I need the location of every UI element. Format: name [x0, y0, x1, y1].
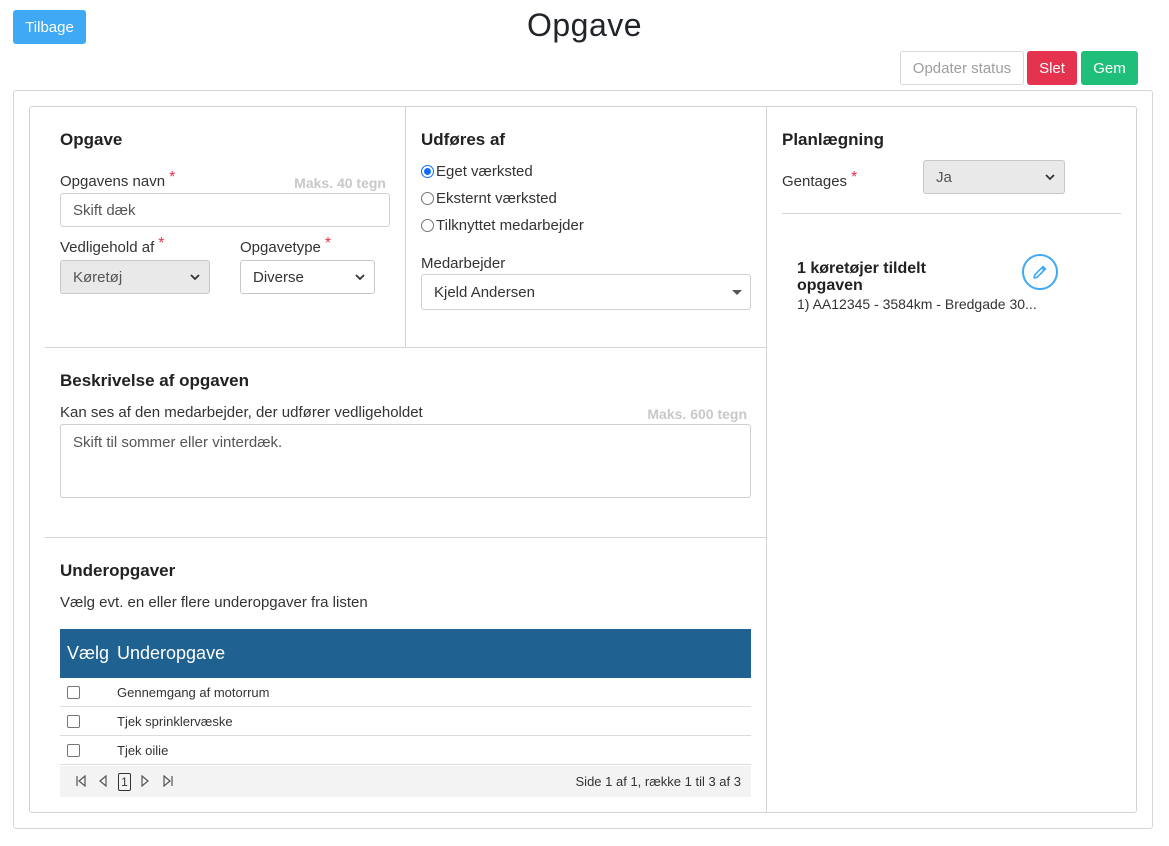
maintenance-label: Vedligehold af * [60, 235, 165, 256]
divider-horizontal-1 [45, 347, 766, 348]
vehicles-title: 1 køretøjer tildelt opgaven [797, 260, 926, 294]
subtasks-heading: Underopgaver [60, 561, 176, 580]
table-row: Gennemgang af motorrum [60, 678, 751, 707]
vehicles-line: 1) AA12345 - 3584km - Bredgade 30... [797, 296, 1037, 312]
radio-button[interactable] [421, 192, 434, 205]
task-section-heading: Opgave [60, 130, 123, 149]
subtasks-table-header: Vælg Underopgave [60, 629, 751, 678]
repeat-label: Gentages * [782, 169, 858, 190]
task-type-select[interactable]: Diverse [240, 260, 375, 294]
table-pager: 1 Side 1 af 1, række 1 til 3 af 3 [60, 766, 751, 797]
radio-own-workshop[interactable]: Eget værksted [421, 163, 533, 180]
last-page-icon[interactable] [162, 775, 174, 787]
radio-button[interactable] [421, 165, 434, 178]
description-textarea[interactable]: Skift til sommer eller vinterdæk. [60, 424, 751, 498]
delete-button[interactable]: Slet [1027, 51, 1077, 85]
divider-vertical-right [766, 107, 767, 812]
divider-vertical-left [405, 107, 406, 348]
page-title: Opgave [526, 7, 643, 43]
subtasks-sublabel: Vælg evt. en eller flere underopgaver fr… [60, 594, 368, 611]
save-button[interactable]: Gem [1081, 51, 1138, 85]
employee-label: Medarbejder [421, 255, 506, 272]
table-row: Tjek oilie [60, 736, 751, 765]
row-checkbox[interactable] [67, 744, 80, 757]
radio-external-workshop[interactable]: Eksternt værksted [421, 190, 557, 207]
next-page-icon[interactable] [139, 775, 151, 787]
row-checkbox[interactable] [67, 715, 80, 728]
employee-select[interactable]: Kjeld Andersen [421, 274, 751, 310]
divider-planning [782, 213, 1121, 214]
table-row: Tjek sprinklervæske [60, 707, 751, 736]
performed-by-heading: Udføres af [421, 130, 506, 149]
first-page-icon[interactable] [75, 775, 87, 787]
planning-heading: Planlægning [782, 130, 884, 149]
pager-info: Side 1 af 1, række 1 til 3 af 3 [575, 774, 741, 789]
radio-button[interactable] [421, 219, 434, 232]
chevron-down-icon [355, 274, 365, 281]
repeat-select[interactable]: Ja [923, 160, 1065, 194]
edit-vehicles-button[interactable] [1022, 254, 1058, 290]
chevron-down-icon [1045, 174, 1055, 181]
chevron-down-icon [190, 274, 200, 281]
subtask-name: Tjek oilie [117, 743, 169, 758]
task-type-label: Opgavetype * [240, 235, 332, 256]
subtask-name: Tjek sprinklervæske [117, 714, 233, 729]
divider-horizontal-2 [45, 537, 766, 538]
pencil-icon [1033, 265, 1047, 279]
task-name-max: Maks. 40 tegn [294, 175, 386, 191]
task-name-input[interactable] [60, 193, 390, 227]
description-heading: Beskrivelse af opgaven [60, 371, 249, 390]
column-header-select[interactable]: Vælg [67, 629, 109, 678]
row-checkbox[interactable] [67, 686, 80, 699]
task-name-label: Opgavens navn * [60, 169, 176, 190]
prev-page-icon[interactable] [97, 775, 109, 787]
update-status-button[interactable]: Opdater status [900, 51, 1024, 85]
caret-down-icon [732, 290, 742, 295]
subtask-name: Gennemgang af motorrum [117, 685, 270, 700]
radio-assigned-employee[interactable]: Tilknyttet medarbejder [421, 217, 584, 234]
current-page[interactable]: 1 [118, 773, 131, 791]
maintenance-select[interactable]: Køretøj [60, 260, 210, 294]
column-header-subtask[interactable]: Underopgave [117, 629, 225, 678]
description-sublabel: Kan ses af den medarbejder, der udfører … [60, 404, 423, 421]
description-max: Maks. 600 tegn [647, 406, 747, 422]
